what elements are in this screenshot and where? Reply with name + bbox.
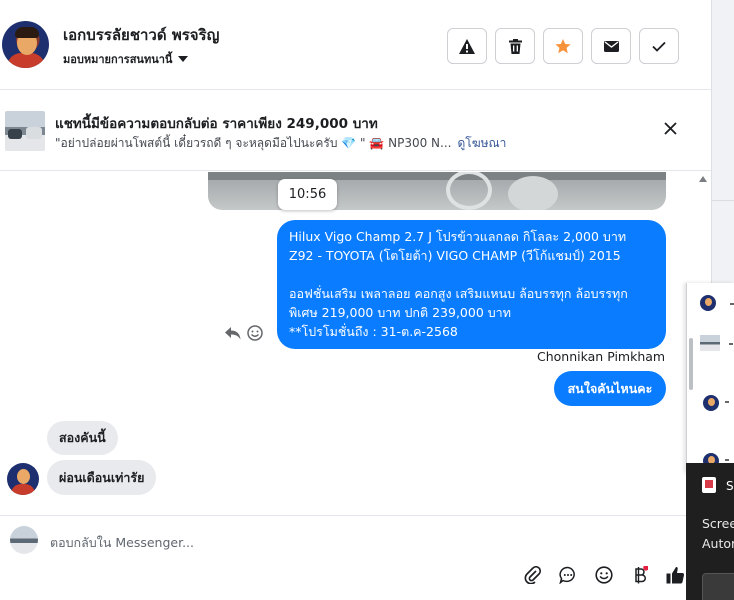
scroll-up-arrow-icon[interactable] <box>699 176 707 182</box>
mark-done-button[interactable] <box>639 28 679 64</box>
message-line <box>289 265 654 284</box>
message-line: **โปรโมชั่นถึง : 31-ต.ค-2568 <box>289 324 458 339</box>
reply-composer: ตอบกลับใน Messenger... <box>0 515 712 600</box>
conversation-list-popup[interactable] <box>686 283 734 473</box>
reply-icon[interactable] <box>225 326 241 340</box>
message-line: Hilux Vigo Champ 2.7 J โปรข้าวแลกลด กิโล… <box>289 229 627 244</box>
list-preview <box>725 401 729 403</box>
notification-line: Autor <box>702 536 734 551</box>
check-icon <box>652 41 666 52</box>
conversation-header: เอกบรรลัยชาวด์ พรจริญ มอบหมายการสนทนานี้ <box>0 0 712 90</box>
banner-subtitle-text: "อย่าปล่อยผ่านโพสต์นี้ เดี๋ยวรถดี ๆ จะหล… <box>55 136 452 150</box>
ad-context-banner: แชทนี้มีข้อความตอบกลับต่อ ราคาเพียง 249,… <box>0 91 712 171</box>
image-attachment[interactable] <box>208 172 666 210</box>
chat-bubble-icon <box>559 566 575 585</box>
paperclip-icon <box>524 565 542 585</box>
list-avatar[interactable] <box>700 295 716 311</box>
message-line: Z92 - TOYOTA (โตโยต้า) VIGO CHAMP (วีโก้… <box>289 248 621 263</box>
notification-title: S <box>726 479 734 493</box>
like-button[interactable] <box>666 566 685 588</box>
conversation-panel: เอกบรรลัยชาวด์ พรจริญ มอบหมายการสนทนานี้ <box>0 0 712 600</box>
attach-button[interactable] <box>524 565 542 588</box>
list-preview <box>730 303 734 305</box>
notification-action-button[interactable] <box>702 573 734 600</box>
mail-icon <box>603 40 619 52</box>
message-thread[interactable]: 10:56 Hilux Vigo Champ 2.7 J โปรข้าวแลกล… <box>0 172 711 515</box>
assign-conversation-dropdown[interactable]: มอบหมายการสนทนานี้ <box>63 50 189 68</box>
star-button[interactable] <box>543 28 583 64</box>
list-avatar[interactable] <box>703 395 719 411</box>
inbox-window: เอกบรรลัยชาวด์ พรจริญ มอบหมายการสนทนานี้ <box>0 0 734 600</box>
warning-icon <box>459 38 475 54</box>
emoji-button[interactable] <box>595 566 613 588</box>
list-preview <box>725 459 729 461</box>
message-line: ออฟชั่นเสริม เพลาลอย คอกสูง เสริมแหนบ ล้… <box>289 286 628 301</box>
banner-title: แชทนี้มีข้อความตอบกลับต่อ ราคาเพียง 249,… <box>55 116 378 132</box>
assign-label: มอบหมายการสนทนานี้ <box>63 53 173 66</box>
contact-name[interactable]: เอกบรรลัยชาวด์ พรจริญ <box>63 23 219 47</box>
message-actions <box>225 325 263 341</box>
list-preview <box>729 343 733 345</box>
star-icon <box>555 38 571 53</box>
outgoing-message[interactable]: Hilux Vigo Champ 2.7 J โปรข้าวแลกลด กิโล… <box>277 220 666 349</box>
list-thumbnail[interactable] <box>700 335 720 351</box>
incoming-message[interactable]: สองคันนี้ <box>47 421 118 455</box>
list-scrollbar[interactable] <box>689 338 693 390</box>
view-ad-link[interactable]: ดูโฆษณา <box>457 136 506 150</box>
outgoing-message[interactable]: สนใจคันไหนคะ <box>554 371 666 406</box>
page-avatar <box>10 526 38 554</box>
banner-subtitle: "อย่าปล่อยผ่านโพสต์นี้ เดี๋ยวรถดี ๆ จะหล… <box>55 134 506 153</box>
contact-avatar-small[interactable] <box>7 463 39 495</box>
timestamp: 10:56 <box>278 179 337 210</box>
mark-unread-button[interactable] <box>591 28 631 64</box>
divider <box>712 200 734 201</box>
ad-thumbnail <box>5 111 45 151</box>
saved-replies-button[interactable] <box>559 566 577 588</box>
trash-icon <box>508 38 522 54</box>
close-banner-button[interactable] <box>664 120 677 139</box>
screen-capture-notification[interactable]: S Scree Autor <box>686 463 734 600</box>
message-line: พิเศษ 219,000 บาท ปกติ 239,000 บาท <box>289 305 511 320</box>
caret-down-icon <box>178 56 189 62</box>
sender-name: Chonnikan Pimkham <box>537 349 666 364</box>
thumbs-up-icon <box>666 567 685 584</box>
react-emoji-icon[interactable] <box>247 325 263 341</box>
incoming-message[interactable]: ผ่อนเดือนเท่ารัย <box>47 460 157 495</box>
close-icon <box>664 122 677 135</box>
emoji-icon <box>595 566 613 584</box>
payment-button[interactable] <box>632 565 649 588</box>
app-icon <box>702 477 716 493</box>
notification-line: Scree <box>702 516 734 531</box>
delete-button[interactable] <box>495 28 535 64</box>
reply-input[interactable]: ตอบกลับใน Messenger... <box>50 533 194 553</box>
contact-avatar[interactable] <box>2 21 49 68</box>
baht-icon <box>635 565 649 584</box>
spam-button[interactable] <box>447 28 487 64</box>
